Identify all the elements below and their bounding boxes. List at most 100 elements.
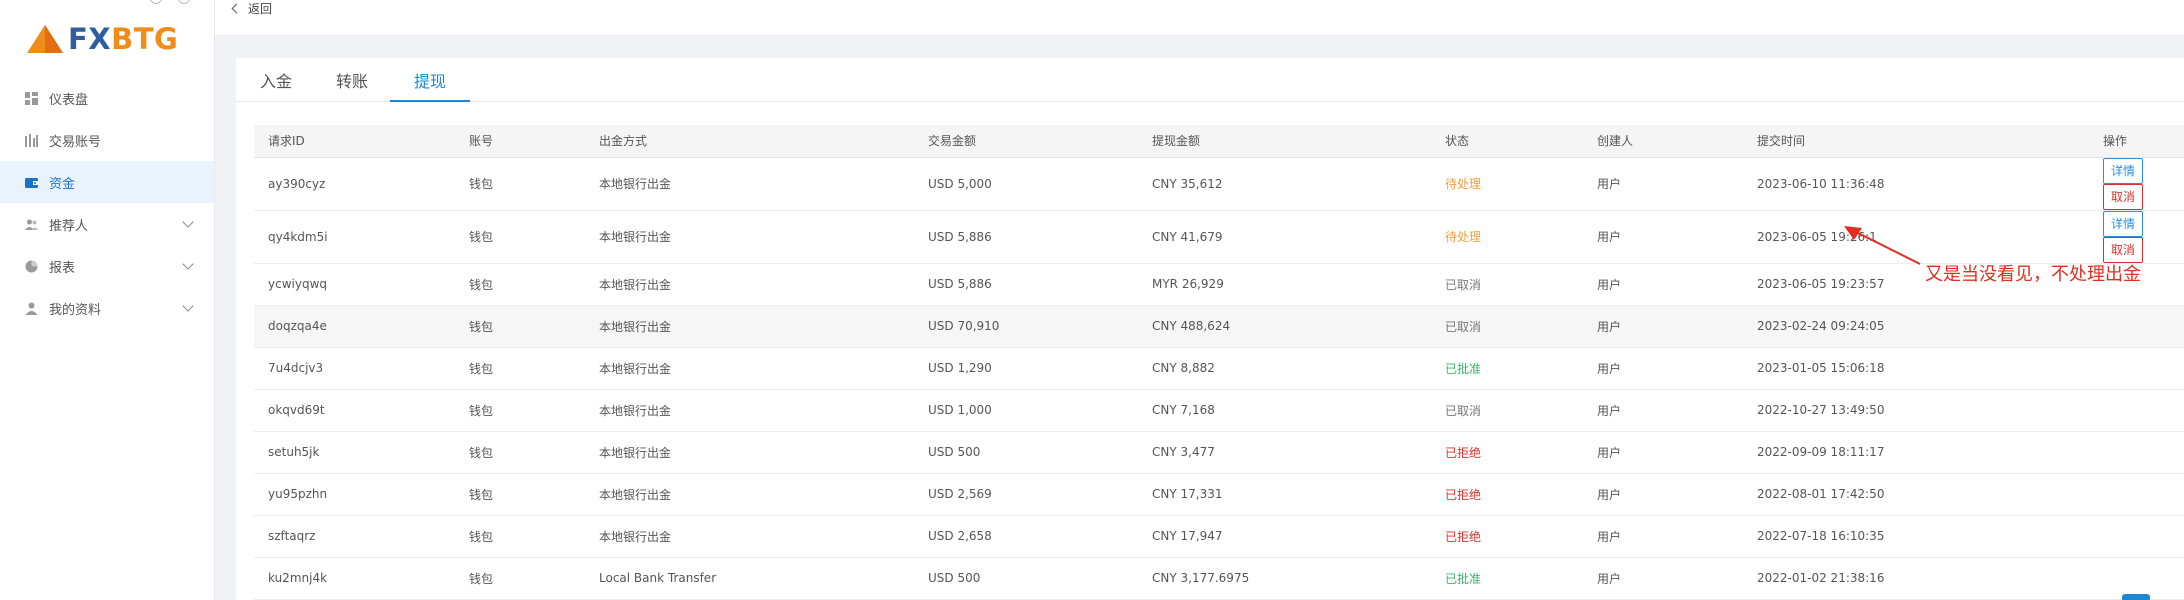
- request-id: ku2mnj4k: [254, 557, 455, 600]
- sidebar-item-dashboard[interactable]: 仪表盘: [0, 77, 214, 119]
- withdraw-method: 本地银行出金: [585, 210, 914, 264]
- actions-cell: [2089, 557, 2184, 600]
- tab-deposit[interactable]: 入金: [260, 58, 292, 102]
- account: 钱包: [455, 157, 585, 211]
- column-header: 提交时间: [1743, 125, 2089, 158]
- top-bar: 返回: [215, 0, 2184, 36]
- cancel-button[interactable]: 取消: [2103, 183, 2144, 210]
- chevron-down-icon[interactable]: [182, 216, 194, 228]
- submit-time: 2022-07-18 16:10:35: [1743, 515, 2089, 558]
- actions-cell: 详情取消: [2089, 210, 2184, 264]
- column-header: 账号: [455, 125, 585, 158]
- sidebar-item-funds[interactable]: 资金: [0, 161, 214, 203]
- submit-time: 2022-01-02 21:38:16: [1743, 557, 2089, 600]
- brand-logo[interactable]: FXBTG: [26, 22, 178, 56]
- cancel-button[interactable]: 取消: [2103, 236, 2144, 263]
- withdraw-amount: CNY 3,477: [1138, 431, 1431, 474]
- scroll-to-top-button[interactable]: [2122, 594, 2150, 600]
- table-row: yu95pzhn 钱包 本地银行出金 USD 2,569 CNY 17,331 …: [254, 473, 2184, 516]
- account: 钱包: [455, 473, 585, 516]
- withdraw-amount: CNY 35,612: [1138, 157, 1431, 211]
- annotation-arrow-icon: [1844, 226, 1921, 265]
- table-row: setuh5jk 钱包 本地银行出金 USD 500 CNY 3,477 已拒绝…: [254, 431, 2184, 474]
- account: 钱包: [455, 389, 585, 432]
- sidebar-item-label: 我的资料: [49, 302, 102, 318]
- tab-transfer[interactable]: 转账: [336, 58, 368, 102]
- creator: 用户: [1583, 389, 1743, 432]
- pie-chart-icon: [25, 260, 38, 273]
- withdraw-amount: CNY 41,679: [1138, 210, 1431, 264]
- chart-bars-icon: [25, 133, 38, 147]
- creator: 用户: [1583, 263, 1743, 306]
- funds-tabs: 入金 转账 提现: [236, 58, 2184, 102]
- users-icon: [25, 218, 38, 231]
- creator: 用户: [1583, 157, 1743, 211]
- trade-amount: USD 2,658: [914, 515, 1138, 558]
- request-id: qy4kdm5i: [254, 210, 455, 264]
- detail-button[interactable]: 详情: [2103, 157, 2144, 184]
- sidebar-item-profile[interactable]: 我的资料: [0, 287, 214, 329]
- creator: 用户: [1583, 431, 1743, 474]
- minimize-icon[interactable]: [150, 0, 162, 4]
- status-badge: 已批准: [1431, 557, 1583, 600]
- sidebar-item-trading-accounts[interactable]: 交易账号: [0, 119, 214, 161]
- account: 钱包: [455, 263, 585, 306]
- actions-cell: [2089, 515, 2184, 558]
- table-row: 7u4dcjv3 钱包 本地银行出金 USD 1,290 CNY 8,882 已…: [254, 347, 2184, 390]
- creator: 用户: [1583, 515, 1743, 558]
- request-id: szftaqrz: [254, 515, 455, 558]
- status-badge: 已批准: [1431, 347, 1583, 390]
- triangle-logo-icon: [27, 25, 63, 53]
- withdraw-method: 本地银行出金: [585, 157, 914, 211]
- status-badge: 已拒绝: [1431, 515, 1583, 558]
- trade-amount: USD 70,910: [914, 305, 1138, 348]
- table-row: ku2mnj4k 钱包 Local Bank Transfer USD 500 …: [254, 557, 2184, 600]
- sidebar-item-referrals[interactable]: 推荐人: [0, 203, 214, 245]
- wallet-icon: [25, 176, 38, 189]
- actions-cell: [2089, 473, 2184, 516]
- withdraw-amount: CNY 3,177.6975: [1138, 557, 1431, 600]
- chevron-down-icon[interactable]: [182, 300, 194, 312]
- request-id: yu95pzhn: [254, 473, 455, 516]
- request-id: ycwiyqwq: [254, 263, 455, 306]
- column-header: 状态: [1431, 125, 1583, 158]
- withdraw-method: 本地银行出金: [585, 389, 914, 432]
- withdraw-method: 本地银行出金: [585, 347, 914, 390]
- trade-amount: USD 500: [914, 431, 1138, 474]
- trade-amount: USD 5,886: [914, 210, 1138, 264]
- column-header: 提现金额: [1138, 125, 1431, 158]
- creator: 用户: [1583, 557, 1743, 600]
- circle-icon[interactable]: [178, 0, 190, 4]
- column-header: 出金方式: [585, 125, 914, 158]
- sidebar-item-reports[interactable]: 报表: [0, 245, 214, 287]
- withdraw-method: 本地银行出金: [585, 263, 914, 306]
- account: 钱包: [455, 431, 585, 474]
- chevron-down-icon[interactable]: [182, 258, 194, 270]
- column-header: 请求ID: [254, 125, 455, 158]
- trade-amount: USD 5,000: [914, 157, 1138, 211]
- table-row: okqvd69t 钱包 本地银行出金 USD 1,000 CNY 7,168 已…: [254, 389, 2184, 432]
- submit-time: 2023-06-10 11:36:48: [1743, 157, 2089, 211]
- sidebar-item-label: 仪表盘: [49, 92, 89, 108]
- detail-button[interactable]: 详情: [2103, 210, 2144, 237]
- account: 钱包: [455, 347, 585, 390]
- tab-withdraw[interactable]: 提现: [414, 58, 446, 102]
- withdraw-amount: MYR 26,929: [1138, 263, 1431, 306]
- submit-time: 2023-02-24 09:24:05: [1743, 305, 2089, 348]
- submit-time: 2022-08-01 17:42:50: [1743, 473, 2089, 516]
- window-controls: [150, 0, 190, 4]
- creator: 用户: [1583, 347, 1743, 390]
- submit-time: 2022-09-09 18:11:17: [1743, 431, 2089, 474]
- withdraw-method: Local Bank Transfer: [585, 557, 914, 600]
- request-id: setuh5jk: [254, 431, 455, 474]
- trade-amount: USD 500: [914, 557, 1138, 600]
- withdraw-amount: CNY 7,168: [1138, 389, 1431, 432]
- request-id: ay390cyz: [254, 157, 455, 211]
- actions-cell: 详情取消: [2089, 157, 2184, 211]
- trade-amount: USD 1,000: [914, 389, 1138, 432]
- sidebar-item-label: 推荐人: [49, 218, 89, 234]
- sidebar: FXBTG 仪表盘 交易账号 资金 推荐人 报表 我的资料: [0, 0, 215, 600]
- withdraw-amount: CNY 488,624: [1138, 305, 1431, 348]
- back-button[interactable]: 返回: [231, 0, 272, 16]
- actions-cell: [2089, 305, 2184, 348]
